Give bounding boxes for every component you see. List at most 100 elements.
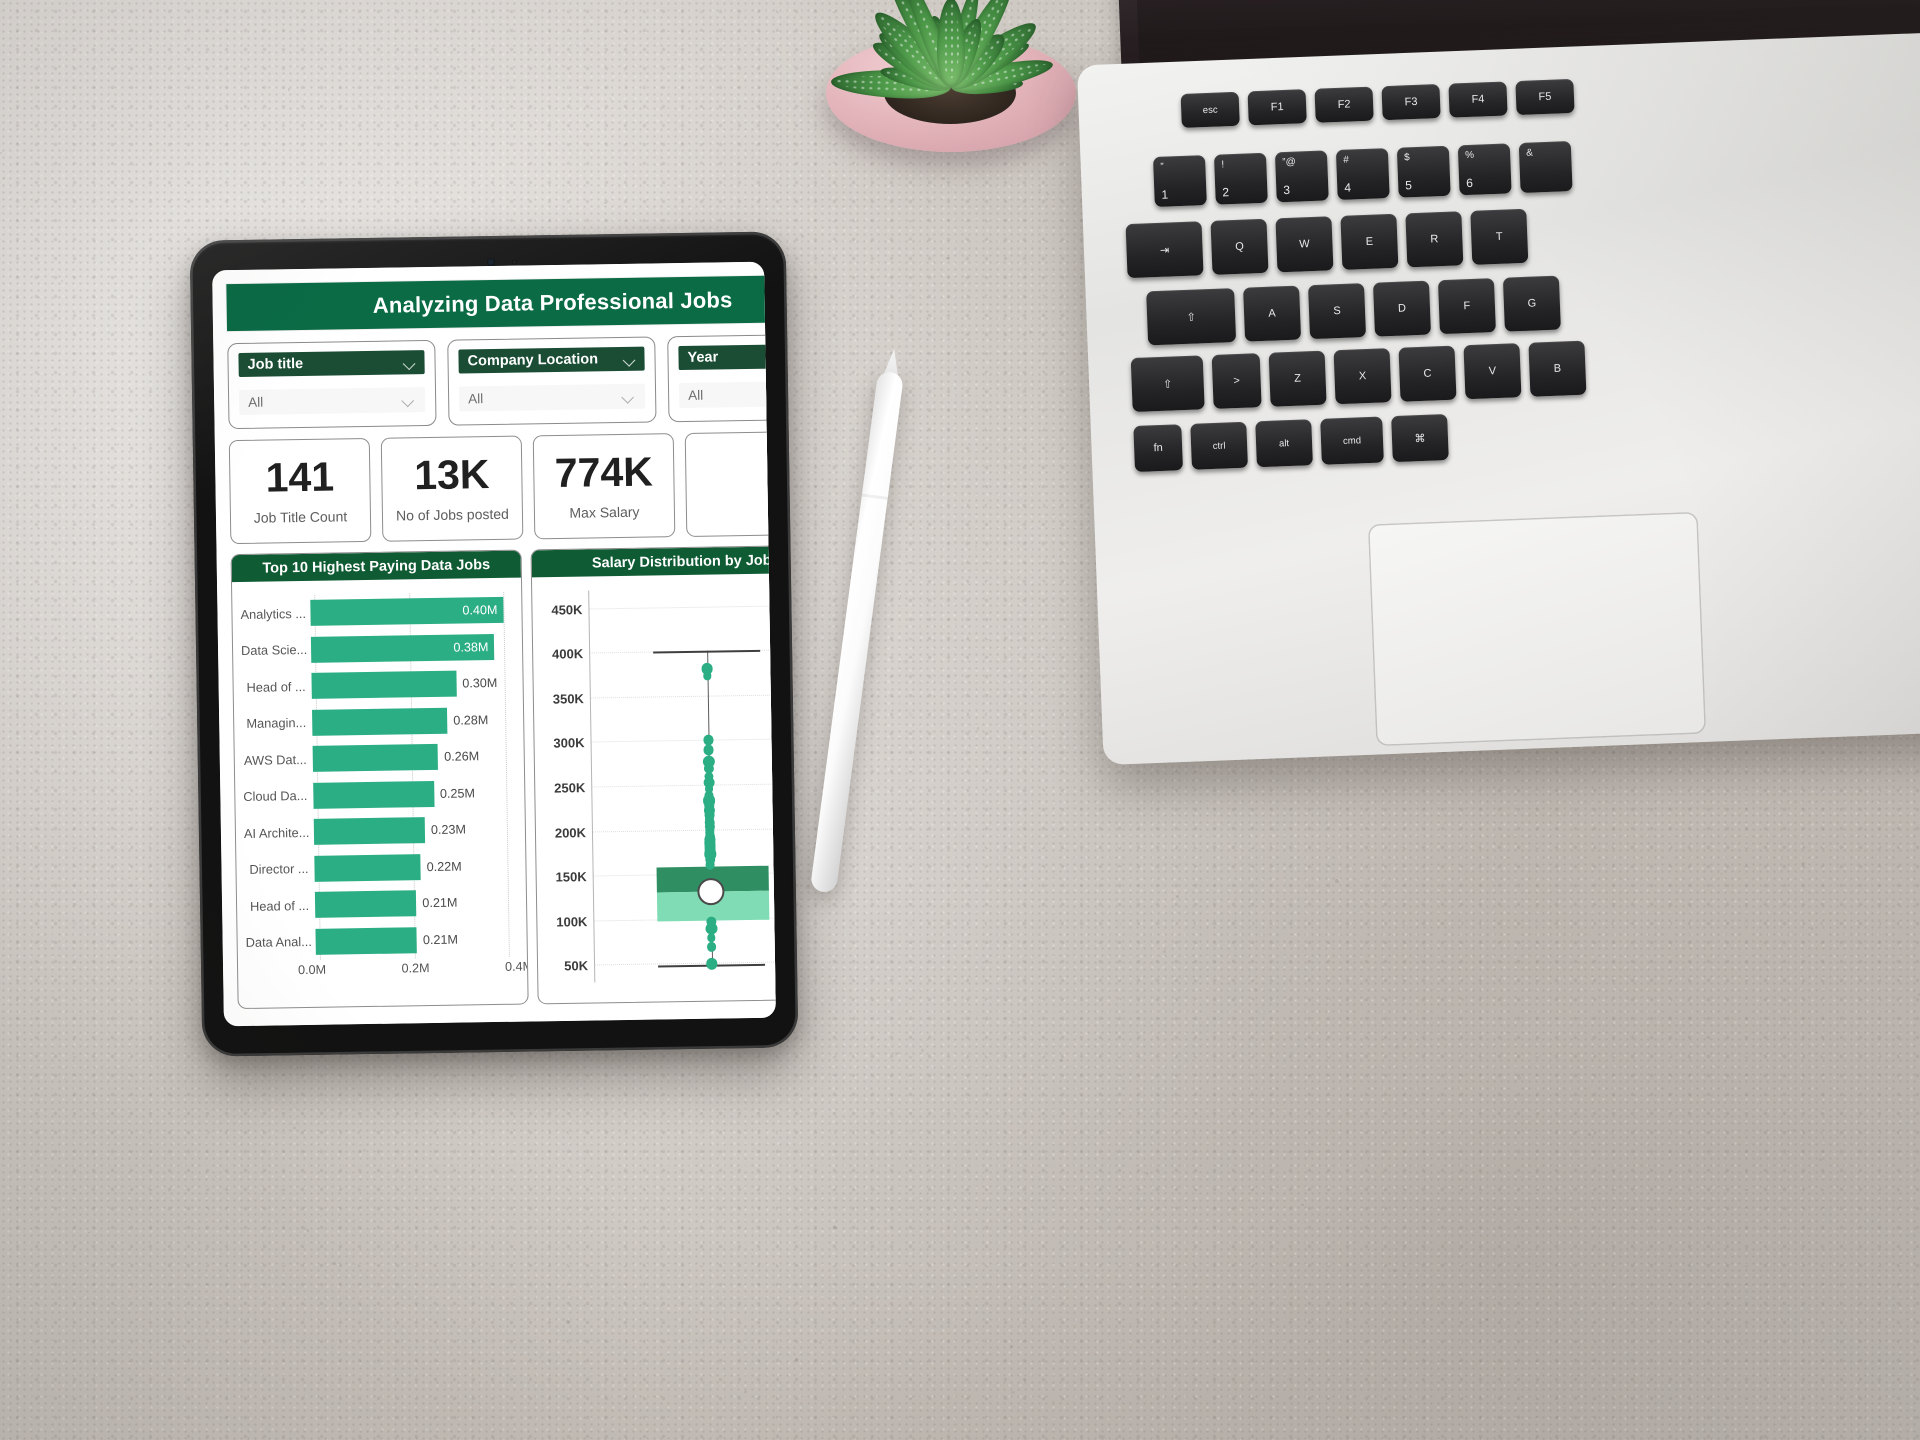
visual-top-paying-jobs[interactable]: Top 10 Highest Paying Data Jobs Analytic… — [231, 550, 529, 1010]
keyboard-key-a[interactable]: A — [1243, 286, 1301, 342]
keyboard-key-d[interactable]: D — [1373, 281, 1431, 337]
report-header: Analyzing Data Professional Jobs — [226, 274, 776, 331]
bar-row[interactable]: Cloud Da... 0.25M — [243, 780, 506, 810]
keyboard-key-f[interactable]: F — [1438, 278, 1496, 334]
bar-row[interactable]: Data Anal... 0.21M — [245, 926, 508, 956]
keyboard-key-[interactable]: > — [1212, 353, 1262, 409]
keyboard-key-alt[interactable]: alt — [1255, 419, 1313, 467]
keyboard-key-z[interactable]: Z — [1269, 351, 1327, 407]
keyboard-key-[interactable]: ⌘ — [1391, 414, 1449, 462]
keyboard-key-b[interactable]: B — [1528, 341, 1586, 397]
keyboard-key-[interactable]: $5 — [1397, 146, 1451, 198]
chevron-down-icon — [624, 355, 636, 362]
bar-row[interactable]: AWS Dat... 0.26M — [243, 743, 506, 773]
visual-title-box: Salary Distribution by Job — [532, 546, 776, 578]
keyboard-key-ctrl[interactable]: ctrl — [1190, 422, 1248, 470]
visual-salary-distribution[interactable]: Salary Distribution by Job 450K 400K 350K 3… — [531, 545, 776, 1005]
page-title: Analyzing Data Professional Jobs — [373, 287, 733, 319]
y-axis-tick-label: 150K — [555, 869, 586, 884]
keyboard-key-fn[interactable]: fn — [1133, 424, 1183, 472]
keyboard-key-[interactable]: ⇧ — [1131, 355, 1205, 412]
keyboard-key-[interactable]: % 6 — [1458, 143, 1512, 195]
desk-speck — [228, 1338, 231, 1341]
bar-fill — [314, 817, 425, 845]
bar-data-label: 0.30M — [462, 676, 497, 691]
kpi-card-max-salary[interactable]: 774K Max Salary — [533, 433, 676, 539]
desk-speck — [215, 1175, 218, 1178]
keyboard-key-f4[interactable]: F4 — [1448, 81, 1507, 117]
desk-speck — [683, 226, 684, 227]
keyboard-key-[interactable]: ! 2 — [1214, 153, 1268, 205]
keyboard-key-[interactable]: ⇧ — [1146, 288, 1236, 345]
desk-speck — [320, 1215, 322, 1217]
desk-speck — [297, 1288, 298, 1289]
gridline: 200K — [593, 827, 776, 832]
keyboard-key-cmd[interactable]: cmd — [1320, 416, 1384, 464]
desk-speck — [1721, 873, 1723, 875]
slicer-year-dropdown[interactable]: All — [679, 380, 776, 408]
keyboard-key-f3[interactable]: F3 — [1381, 84, 1440, 120]
bar-data-label: 0.21M — [423, 932, 458, 947]
slicer-job-title-value: All — [248, 395, 263, 410]
keyboard-key-g[interactable]: G — [1503, 276, 1561, 332]
desk-speck — [753, 1148, 755, 1150]
bar-row[interactable]: Analytics ... 0.40M — [240, 597, 503, 627]
desk-speck — [61, 280, 63, 282]
slicer-company-location-label: Company Location — [467, 351, 598, 369]
bar-chart-plot: Analytics ... 0.40M Data Scie... 0.38M Head … — [240, 592, 517, 961]
desk-speck — [300, 1067, 302, 1069]
desk-speck — [1760, 1435, 1763, 1438]
slicer-year[interactable]: Year All — [667, 333, 776, 422]
keyboard-key-esc[interactable]: esc — [1181, 92, 1240, 128]
y-axis-tick-label: 300K — [553, 736, 584, 751]
kpi-card-jobs-posted[interactable]: 13K No of Jobs posted — [381, 436, 524, 542]
keyboard-key-x[interactable]: X — [1334, 348, 1392, 404]
keyboard-key-[interactable]: #4 — [1336, 148, 1390, 200]
desk-speck — [293, 1127, 295, 1129]
keyboard-key-f2[interactable]: F2 — [1314, 87, 1373, 123]
y-axis-tick-label: 200K — [555, 825, 586, 840]
bar-data-label: 0.38M — [453, 640, 488, 655]
keyboard-key-q[interactable]: Q — [1210, 219, 1268, 275]
desk-speck — [801, 235, 804, 238]
keyboard-key-[interactable]: ⇥ — [1126, 221, 1204, 278]
keyboard-key-t[interactable]: T — [1470, 209, 1528, 265]
keyboard-key-[interactable]: ” 1 — [1153, 155, 1207, 207]
keyboard-key-f5[interactable]: F5 — [1515, 79, 1574, 115]
slicer-company-location-value: All — [468, 391, 483, 406]
bar-row[interactable]: Data Scie... 0.38M — [241, 634, 504, 664]
keyboard-key-v[interactable]: V — [1463, 343, 1521, 399]
keyboard-key-f1[interactable]: F1 — [1248, 89, 1307, 125]
keyboard-key-e[interactable]: E — [1340, 214, 1398, 270]
y-axis-tick-label: 450K — [551, 602, 582, 617]
keyboard-key-w[interactable]: W — [1275, 216, 1333, 272]
bar-row[interactable]: Head of ... 0.30M — [241, 670, 504, 700]
desk-speck — [1408, 1273, 1410, 1275]
data-point — [703, 735, 713, 745]
laptop-trackpad[interactable] — [1368, 512, 1706, 747]
bar-row[interactable]: Head of ... 0.21M — [245, 889, 508, 919]
x-axis-tick-label: 0.4M — [505, 959, 529, 973]
keyboard-key-[interactable]: & — [1519, 141, 1573, 193]
slicer-job-title[interactable]: Job title All — [227, 340, 436, 429]
slicer-company-location[interactable]: Company Location All — [447, 336, 656, 425]
slicer-company-location-header: Company Location — [458, 347, 644, 374]
kpi-card-job-title-count[interactable]: 141 Job Title Count — [229, 438, 372, 544]
bar-chart-rows: Analytics ... 0.40M Data Scie... 0.38M Head … — [240, 592, 517, 961]
desk-speck — [738, 14, 740, 16]
keyboard-key-r[interactable]: R — [1405, 211, 1463, 267]
slicer-company-location-dropdown[interactable]: All — [459, 384, 645, 412]
keyboard-key-c[interactable]: C — [1398, 346, 1456, 402]
slicer-job-title-dropdown[interactable]: All — [239, 387, 425, 415]
bar-row[interactable]: Director ... 0.22M — [244, 853, 507, 883]
keyboard-key-[interactable]: ”@ 3 — [1275, 150, 1329, 202]
visual-row: Top 10 Highest Paying Data Jobs Analytic… — [231, 544, 776, 1009]
desk-speck — [1154, 877, 1155, 878]
keyboard-key-s[interactable]: S — [1308, 283, 1366, 339]
tablet-device: Analyzing Data Professional Jobs Job tit… — [190, 231, 799, 1056]
bar-row[interactable]: Managin... 0.28M — [242, 707, 505, 737]
desk-speck — [516, 1234, 517, 1235]
kpi-card-partial[interactable] — [685, 431, 776, 537]
bar-row[interactable]: AI Archite... 0.23M — [244, 816, 507, 846]
slicer-year-value: All — [688, 388, 703, 403]
